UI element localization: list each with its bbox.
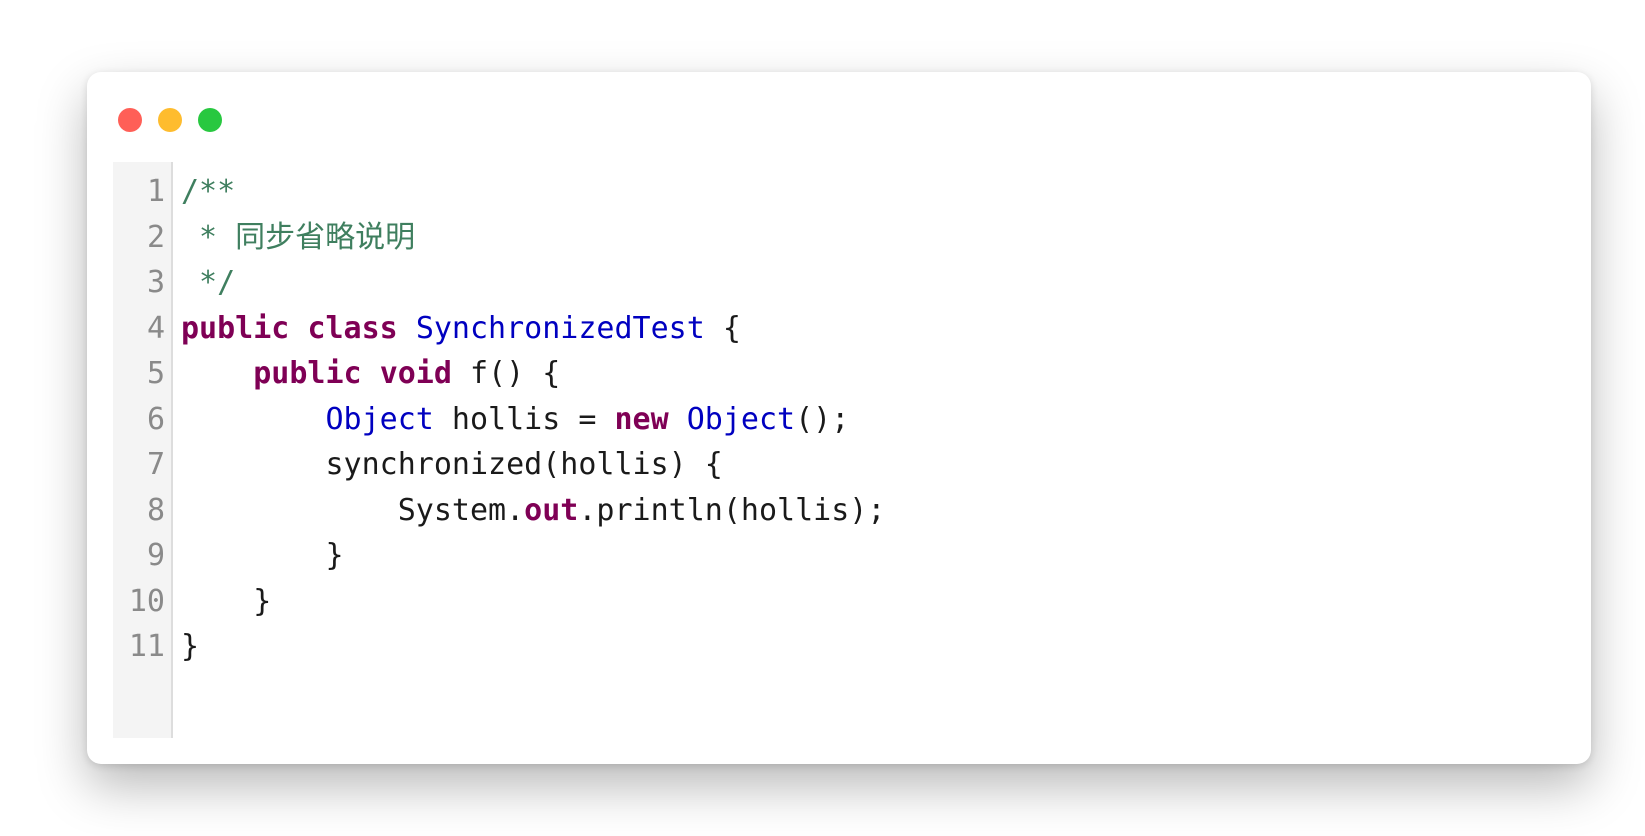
- line-number: 5: [146, 356, 165, 391]
- code-line: public void f() {: [181, 350, 560, 398]
- code-line: }: [181, 578, 271, 626]
- code-token: .println(hollis);: [578, 492, 886, 528]
- code-line: * 同步省略说明: [181, 214, 415, 262]
- code-line: synchronized(hollis) {: [181, 441, 723, 489]
- line-number: 7: [146, 447, 165, 482]
- code-token: }: [181, 583, 272, 619]
- code-token: new: [614, 401, 669, 437]
- line-number: 11: [128, 629, 165, 664]
- code-token: }: [181, 538, 344, 573]
- code-token: {: [704, 310, 741, 346]
- close-window-button[interactable]: [118, 108, 142, 132]
- line-number: 4: [146, 310, 165, 346]
- code-line: /**: [181, 168, 235, 216]
- code-token: hollis =: [433, 401, 615, 437]
- code-editor[interactable]: 1 2 3 4 5 6 7 8 9 10 11 /** * 同步省略说明 */ public clas…: [113, 162, 1563, 738]
- code-token: Object: [325, 401, 434, 437]
- code-token: public: [181, 310, 290, 346]
- code-token: Object: [686, 401, 796, 437]
- code-token: SynchronizedTest: [415, 310, 705, 346]
- code-token: public: [253, 356, 362, 391]
- code-token: f() {: [451, 356, 561, 391]
- code-line: System.out.println(hollis);: [181, 487, 886, 535]
- line-number: 3: [146, 265, 165, 300]
- code-line: }: [181, 623, 199, 671]
- minimize-window-button[interactable]: [158, 108, 182, 132]
- line-number-gutter: 1 2 3 4 5 6 7 8 9 10 11: [113, 162, 173, 738]
- code-token: out: [524, 492, 579, 528]
- code-line: Object hollis = new Object();: [181, 396, 850, 444]
- code-token: }: [181, 629, 200, 664]
- code-body[interactable]: /** * 同步省略说明 */ public class Synchronized…: [181, 162, 1551, 738]
- code-line: }: [181, 532, 344, 580]
- zoom-window-button[interactable]: [198, 108, 222, 132]
- line-number: 2: [146, 219, 165, 255]
- code-token: void: [379, 356, 452, 391]
- code-token: * 同步省略说明: [181, 219, 416, 255]
- title-bar: [87, 72, 1591, 132]
- line-number: 1: [146, 174, 165, 209]
- code-line: */: [181, 259, 235, 307]
- line-number: 10: [128, 583, 165, 619]
- code-token: synchronized(hollis) {: [181, 447, 723, 482]
- line-number: 6: [146, 401, 165, 437]
- code-window: 1 2 3 4 5 6 7 8 9 10 11 /** * 同步省略说明 */ public clas…: [87, 72, 1591, 764]
- line-number: 9: [146, 538, 165, 573]
- code-token: class: [307, 310, 398, 346]
- code-token: /**: [181, 174, 236, 209]
- code-token: */: [181, 265, 236, 300]
- code-line: public class SynchronizedTest {: [181, 305, 741, 353]
- code-token: ();: [795, 401, 850, 437]
- code-token: System.: [181, 492, 525, 528]
- line-number: 8: [146, 492, 165, 528]
